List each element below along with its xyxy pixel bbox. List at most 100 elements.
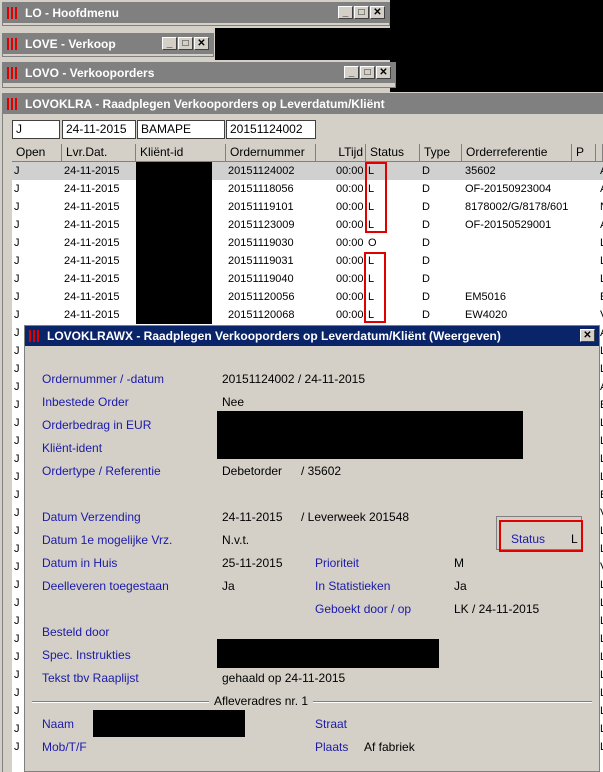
inhuis-label: Datum in Huis xyxy=(42,556,118,570)
tekst-label: Tekst tbv Raaplijst xyxy=(42,671,139,685)
prioriteit-value: M xyxy=(454,556,464,570)
column-header-extra xyxy=(596,144,603,162)
column-header-type[interactable]: Type xyxy=(420,144,462,162)
maximize-icon[interactable]: □ xyxy=(354,6,369,19)
cell-open: J xyxy=(14,579,20,591)
cell-open: J xyxy=(14,741,20,753)
prioriteit-label: Prioriteit xyxy=(315,556,360,570)
cell-open: J xyxy=(14,219,20,231)
cell-open: J xyxy=(14,327,20,339)
geboekt-value: LK / 24-11-2015 xyxy=(454,602,540,616)
column-header-klient-id[interactable]: Kliënt-id xyxy=(136,144,226,162)
cell-ltijd: 00:00 xyxy=(336,255,364,267)
column-header-ltijd[interactable]: LTijd xyxy=(316,144,366,162)
minimize-icon[interactable]: _ xyxy=(162,37,177,50)
status-value: L xyxy=(571,532,578,546)
window-verkooporders: LOVO - Verkooporders _ □ ✕ xyxy=(2,62,396,88)
cell-date: 24-11-2015 xyxy=(64,237,120,249)
maximize-icon[interactable]: □ xyxy=(178,37,193,50)
ordernummer-value: 20151124002 / 24-11-2015 xyxy=(222,372,366,386)
cell-order: 20151124002 xyxy=(228,165,295,177)
cell-ref: 35602 xyxy=(465,165,496,177)
column-header-p[interactable]: P xyxy=(572,144,596,162)
cell-open: J xyxy=(14,291,20,303)
cell-order: 20151119031 xyxy=(228,255,294,267)
cell-open: J xyxy=(14,417,20,429)
cell-ltijd: 00:00 xyxy=(336,291,364,303)
cell-status: O xyxy=(368,237,377,249)
filter-date-field[interactable]: 24-11-2015 xyxy=(62,120,136,139)
filter-open-field[interactable]: J xyxy=(12,120,60,139)
cell-type: D xyxy=(422,309,430,321)
table-row[interactable]: J 24-11-2015 20151119040 00:00 L D L xyxy=(12,270,603,288)
besteld-label: Besteld door xyxy=(42,625,110,639)
cell-date: 24-11-2015 xyxy=(64,291,120,303)
titlebar-verkoop[interactable]: LOVE - Verkoop _ □ ✕ xyxy=(3,34,213,54)
inbestede-value: Nee xyxy=(222,395,245,409)
cell-ref: EW4020 xyxy=(465,309,508,321)
cell-open: J xyxy=(14,687,20,699)
table-row[interactable]: J 24-11-2015 20151119031 00:00 L D L xyxy=(12,252,603,270)
window-title: LOVOKLRAWX - Raadplegen Verkooporders op… xyxy=(47,329,501,343)
filter-client-field[interactable]: BAMAPE xyxy=(137,120,225,139)
minimize-icon[interactable]: _ xyxy=(338,6,353,19)
table-row[interactable]: J 24-11-2015 20151124002 00:00 L D 35602… xyxy=(12,162,603,180)
column-header-status[interactable]: Status xyxy=(366,144,420,162)
cell-ltijd: 00:00 xyxy=(336,201,364,213)
column-header-ordernummer[interactable]: Ordernummer xyxy=(226,144,316,162)
cell-ref: OF-20150923004 xyxy=(465,183,552,195)
statistieken-value: Ja xyxy=(454,579,467,593)
table-row[interactable]: J 24-11-2015 20151118056 00:00 L D OF-20… xyxy=(12,180,603,198)
cell-ltijd: 00:00 xyxy=(336,165,364,177)
close-icon[interactable]: ✕ xyxy=(370,6,385,19)
plaats-value: Af fabriek xyxy=(364,740,415,754)
cell-order: 20151119101 xyxy=(228,201,294,213)
titlebar-detail[interactable]: LOVOKLRAWX - Raadplegen Verkooporders op… xyxy=(25,326,599,346)
cell-type: D xyxy=(422,219,430,231)
cell-open: J xyxy=(14,453,20,465)
inhuis-value: 25-11-2015 xyxy=(222,556,283,570)
window-verkoop: LOVE - Verkoop _ □ ✕ xyxy=(2,33,214,57)
maximize-icon[interactable]: □ xyxy=(360,66,375,79)
close-icon[interactable]: ✕ xyxy=(580,329,595,342)
cell-order: 20151120056 xyxy=(228,291,295,303)
mogelijk-label: Datum 1e mogelijke Vrz. xyxy=(42,533,173,547)
cell-order: 20151119040 xyxy=(228,273,294,285)
column-header-orderreferentie[interactable]: Orderreferentie xyxy=(462,144,572,162)
window-hoofdmenu: LO - Hoofdmenu _ □ ✕ xyxy=(2,2,390,26)
cell-open: J xyxy=(14,381,20,393)
column-header-lvrdat[interactable]: Lvr.Dat. xyxy=(62,144,136,162)
close-icon[interactable]: ✕ xyxy=(194,37,209,50)
window-title: LOVOKLRA - Raadplegen Verkooporders op L… xyxy=(25,97,385,111)
column-header-open[interactable]: Open xyxy=(12,144,62,162)
redacted-orderbedrag-klient xyxy=(217,411,523,459)
table-row[interactable]: J 24-11-2015 20151120056 00:00 L D EM501… xyxy=(12,288,603,306)
cell-open: J xyxy=(14,561,20,573)
cell-ltijd: 00:00 xyxy=(336,273,364,285)
cell-open: J xyxy=(14,345,20,357)
table-row[interactable]: J 24-11-2015 20151123009 00:00 L D OF-20… xyxy=(12,216,603,234)
cell-open: J xyxy=(14,363,20,375)
table-row[interactable]: J 24-11-2015 20151119101 00:00 L D 81780… xyxy=(12,198,603,216)
close-icon[interactable]: ✕ xyxy=(376,66,391,79)
statistieken-label: In Statistieken xyxy=(315,579,391,593)
inbestede-label: Inbestede Order xyxy=(42,395,129,409)
window-title: LOVO - Verkooporders xyxy=(25,66,155,80)
cell-date: 24-11-2015 xyxy=(64,219,120,231)
app-icon xyxy=(7,38,17,50)
cell-ref xyxy=(465,252,573,270)
app-icon xyxy=(7,98,17,110)
naam-label: Naam xyxy=(42,717,75,731)
status-highlight-box xyxy=(364,252,386,323)
titlebar-raadplegen[interactable]: LOVOKLRA - Raadplegen Verkooporders op L… xyxy=(3,94,603,114)
klient-label: Kliënt-ident xyxy=(42,441,103,455)
titlebar-hoofdmenu[interactable]: LO - Hoofdmenu _ □ ✕ xyxy=(3,3,389,23)
detail-window: LOVOKLRAWX - Raadplegen Verkooporders op… xyxy=(24,325,600,772)
table-row[interactable]: J 24-11-2015 20151120068 00:00 L D EW402… xyxy=(12,306,603,324)
window-title: LO - Hoofdmenu xyxy=(25,6,119,20)
table-row[interactable]: J 24-11-2015 20151119030 00:00 O D L xyxy=(12,234,603,252)
minimize-icon[interactable]: _ xyxy=(344,66,359,79)
titlebar-verkooporders[interactable]: LOVO - Verkooporders _ □ ✕ xyxy=(3,63,395,83)
cell-type: D xyxy=(422,291,430,303)
filter-ordernummer-field[interactable]: 20151124002 xyxy=(226,120,316,139)
